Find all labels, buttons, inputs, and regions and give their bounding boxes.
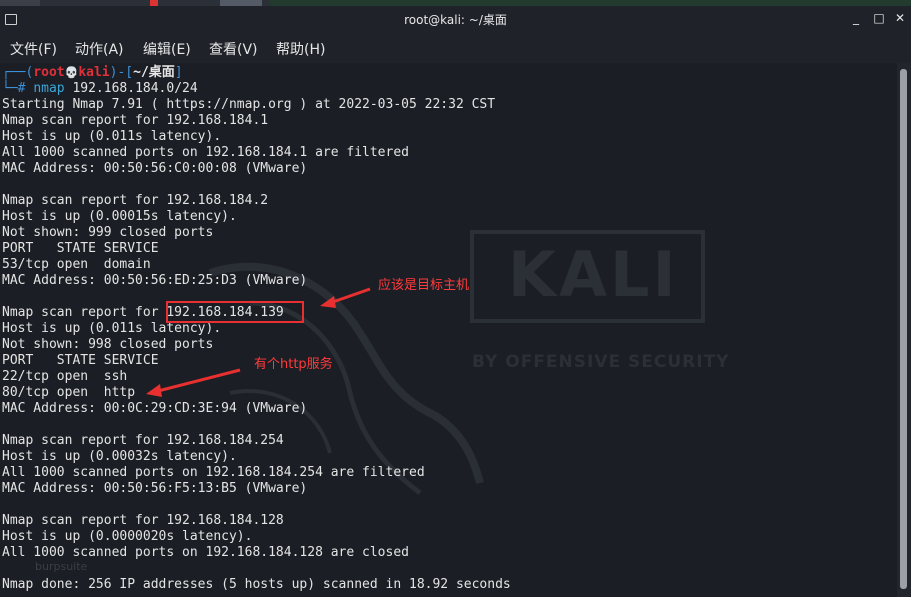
command-args: 192.168.184.0/24 — [64, 81, 198, 96]
output-line: Nmap done: 256 IP addresses (5 hosts up)… — [2, 577, 511, 592]
output-line: Nmap scan report for 192.168.184.254 — [2, 433, 284, 448]
window-titlebar[interactable]: root@kali: ~/桌面 _ □ ✕ — [0, 6, 911, 33]
output-line: 80/tcp open http — [2, 385, 136, 400]
maximize-button[interactable]: □ — [872, 11, 886, 25]
prompt-frame-mid: )-[ — [109, 65, 134, 80]
menu-view[interactable]: 查看(V) — [209, 39, 258, 59]
scrollbar[interactable] — [897, 63, 911, 597]
output-line: MAC Address: 00:50:56:F5:13:B5 (VMware) — [2, 481, 308, 496]
faded-background-text: burpsuite — [35, 560, 88, 573]
output-line: 22/tcp open ssh — [2, 369, 128, 384]
menu-file[interactable]: 文件(F) — [10, 39, 57, 59]
output-line: PORT STATE SERVICE — [2, 353, 159, 368]
target-host-note: 应该是目标主机 — [378, 278, 470, 293]
menu-help[interactable]: 帮助(H) — [276, 39, 325, 59]
output-line: 53/tcp open domain — [2, 257, 151, 272]
close-button[interactable]: ✕ — [893, 11, 907, 25]
prompt-path: ~/桌面 — [133, 65, 175, 80]
kali-logo-subtext: BY OFFENSIVE SECURITY — [472, 352, 730, 372]
output-line: Host is up (0.011s latency). — [2, 321, 222, 336]
output-line: Not shown: 998 closed ports — [2, 337, 214, 352]
prompt-frame-open: ┌──( — [2, 65, 34, 80]
output-line: Host is up (0.00015s latency). — [2, 209, 237, 224]
http-service-note: 有个http服务 — [254, 357, 333, 372]
output-line: Not shown: 999 closed ports — [2, 225, 214, 240]
output-line: All 1000 scanned ports on 192.168.184.25… — [2, 465, 425, 480]
output-line: PORT STATE SERVICE — [2, 241, 159, 256]
menu-bar: 文件(F) 动作(A) 编辑(E) 查看(V) 帮助(H) — [0, 33, 911, 63]
output-line: MAC Address: 00:0C:29:CD:3E:94 (VMware) — [2, 401, 308, 416]
menu-edit[interactable]: 编辑(E) — [143, 39, 191, 59]
target-ip-highlight-box — [166, 301, 304, 323]
output-line: Nmap scan report for 192.168.184.128 — [2, 513, 284, 528]
window-title: root@kali: ~/桌面 — [404, 13, 507, 27]
prompt-user: root — [33, 65, 65, 80]
menu-action[interactable]: 动作(A) — [75, 39, 124, 59]
command-name: nmap — [33, 81, 65, 96]
prompt-frame-close: ] — [174, 65, 183, 80]
scrollbar-thumb[interactable] — [900, 69, 907, 589]
skull-icon: 💀 — [64, 66, 79, 79]
output-line: Nmap scan report for 192.168.184.1 — [2, 113, 269, 128]
terminal-output[interactable]: KALI BY OFFENSIVE SECURITY burpsuite ┌──… — [0, 63, 895, 597]
prompt-hash: # — [17, 81, 26, 96]
output-line: Host is up (0.0000020s latency). — [2, 529, 253, 544]
prompt-host: kali — [78, 65, 110, 80]
output-line: MAC Address: 00:50:56:ED:25:D3 (VMware) — [2, 273, 308, 288]
output-line: Host is up (0.00032s latency). — [2, 449, 237, 464]
output-line: All 1000 scanned ports on 192.168.184.12… — [2, 545, 409, 560]
output-line: Nmap scan report for 192.168.184.2 — [2, 193, 269, 208]
prompt-line-2: └─# nmap 192.168.184.0/24 — [2, 81, 198, 97]
output-line: MAC Address: 00:50:56:C0:00:08 (VMware) — [2, 161, 308, 176]
output-line: Host is up (0.011s latency). — [2, 129, 222, 144]
minimize-button[interactable]: _ — [849, 11, 863, 25]
prompt-corner: └─ — [2, 81, 18, 96]
output-line: All 1000 scanned ports on 192.168.184.1 … — [2, 145, 409, 160]
output-line: Starting Nmap 7.91 ( https://nmap.org ) … — [2, 97, 496, 112]
prompt-line-1: ┌──(root💀kali)-[~/桌面] — [2, 65, 183, 81]
kali-logo-text: KALI — [508, 238, 679, 311]
